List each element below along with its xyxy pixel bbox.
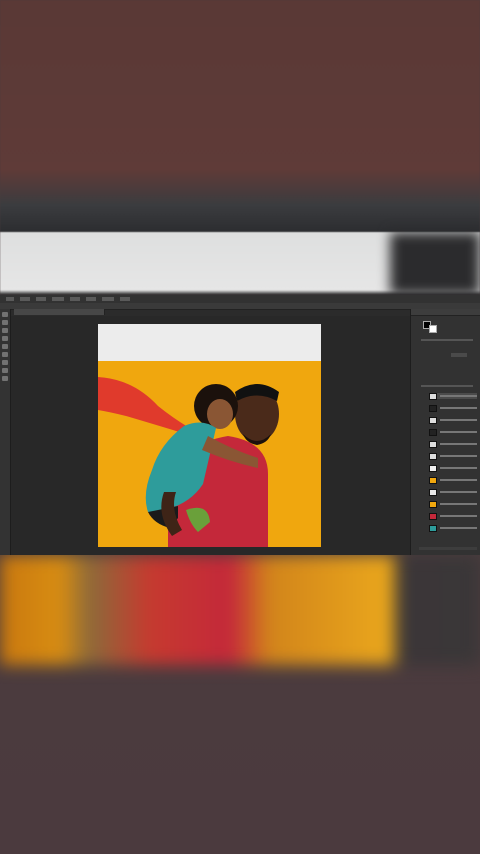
layer-thumbnail (429, 428, 437, 436)
menu-item[interactable] (52, 297, 64, 301)
layer-thumbnail (429, 488, 437, 496)
zoom-tool-icon[interactable] (2, 376, 8, 381)
marquee-tool-icon[interactable] (2, 320, 8, 325)
layer-row[interactable] (429, 500, 477, 508)
blurred-photo-reflection (0, 555, 480, 665)
layers-footer-buttons[interactable] (419, 547, 477, 550)
layer-thumbnail (429, 524, 437, 532)
panel-tabs[interactable] (411, 309, 480, 316)
layer-thumbnail (429, 452, 437, 460)
layer-thumbnail (429, 512, 437, 520)
layer-thumbnail (429, 392, 437, 400)
layer-thumbnail (429, 404, 437, 412)
menu-item[interactable] (70, 297, 80, 301)
canvas-photo (98, 324, 321, 547)
tools-panel (0, 309, 11, 555)
layer-name (440, 491, 477, 493)
move-tool-icon[interactable] (2, 312, 8, 317)
properties-divider (421, 339, 473, 341)
lasso-tool-icon[interactable] (2, 328, 8, 333)
photo-illustration (98, 377, 279, 547)
layer-name (440, 527, 477, 529)
layer-row[interactable] (429, 464, 477, 472)
layer-row[interactable] (429, 404, 477, 412)
eraser-tool-icon[interactable] (2, 352, 8, 357)
menu-item[interactable] (102, 297, 114, 301)
layer-name (440, 479, 477, 481)
menu-bar (0, 295, 480, 303)
blurred-background-top (0, 0, 480, 295)
layer-name (440, 419, 477, 421)
layer-row[interactable] (429, 440, 477, 448)
layer-name (440, 395, 477, 397)
document-tab[interactable] (14, 309, 105, 315)
right-panels (410, 309, 480, 555)
layer-name (440, 503, 477, 505)
layer-row[interactable] (429, 392, 477, 400)
layer-row[interactable] (429, 512, 477, 520)
layer-name (440, 455, 477, 457)
menu-item[interactable] (120, 297, 130, 301)
layer-name (440, 467, 477, 469)
layer-thumbnail (429, 464, 437, 472)
brush-tool-icon[interactable] (2, 344, 8, 349)
crop-tool-icon[interactable] (2, 336, 8, 341)
layer-name (440, 407, 477, 409)
layer-row[interactable] (429, 476, 477, 484)
layer-thumbnail (429, 416, 437, 424)
hand-tool-icon[interactable] (2, 368, 8, 373)
layers-panel-header (421, 385, 473, 387)
menu-item[interactable] (86, 297, 96, 301)
text-tool-icon[interactable] (2, 360, 8, 365)
layer-thumbnail (429, 440, 437, 448)
background-color-swatch[interactable] (429, 325, 437, 333)
menu-item[interactable] (36, 297, 46, 301)
layer-thumbnail (429, 476, 437, 484)
layer-row[interactable] (429, 488, 477, 496)
layer-row[interactable] (429, 524, 477, 532)
layer-row[interactable] (429, 452, 477, 460)
layer-name (440, 431, 477, 433)
layer-name (440, 515, 477, 517)
menu-item[interactable] (6, 297, 14, 301)
layer-name (440, 443, 477, 445)
layer-row[interactable] (429, 428, 477, 436)
menu-item[interactable] (20, 297, 30, 301)
layer-row[interactable] (429, 416, 477, 424)
properties-button[interactable] (451, 353, 467, 357)
layer-thumbnail (429, 500, 437, 508)
